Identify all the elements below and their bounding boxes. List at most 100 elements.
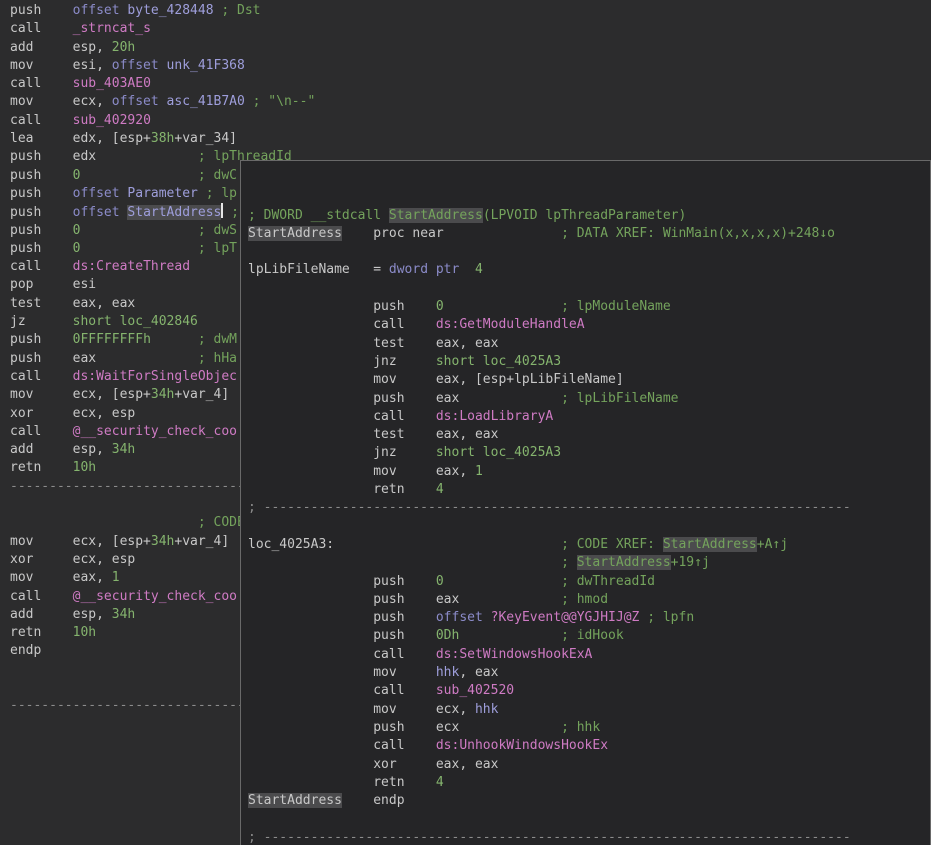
symbol[interactable]: hhk	[436, 665, 459, 680]
comment-text: ; hHa	[197, 350, 237, 366]
symbol[interactable]: ds:WaitForSingleObjec	[73, 369, 237, 384]
code-text: call	[10, 368, 73, 384]
symbol[interactable]: StartAddress	[248, 793, 342, 809]
code-text: retn	[10, 625, 73, 641]
code-text: call	[10, 423, 73, 439]
code-text: jz	[10, 314, 73, 330]
code-text: call	[248, 408, 436, 424]
symbol[interactable]: ?KeyEvent@@YGJHIJ@Z	[491, 610, 640, 625]
separator-line: ; --------------------------------------…	[248, 500, 851, 516]
code-text: push	[248, 299, 436, 315]
code-text: call	[10, 76, 73, 92]
comment-text: ; lp	[205, 185, 238, 201]
code-text: call	[10, 21, 73, 37]
hint-code-line: push ecx ; hhk	[248, 719, 930, 737]
hint-code-line	[248, 243, 930, 261]
code-text: test eax, eax	[10, 295, 136, 311]
code-text: offset	[111, 94, 167, 110]
code-text: 0	[435, 299, 444, 315]
comment-text: ; Dst	[221, 3, 261, 18]
code-text: add esp,	[10, 442, 112, 458]
code-line[interactable]: push offset byte_428448 ; Dst	[10, 2, 931, 20]
symbol[interactable]: sub_402520	[436, 683, 514, 698]
code-text: offset	[72, 205, 128, 221]
code-line[interactable]: call _strncat_s	[10, 20, 931, 38]
comment-text: +19↑j	[670, 555, 710, 571]
code-text: mov eax,	[10, 570, 112, 586]
code-text: 0FFFFFFFFh	[72, 332, 151, 348]
symbol[interactable]: asc_41B7A0	[167, 94, 245, 109]
symbol[interactable]: sub_403AE0	[73, 76, 151, 91]
hint-code-line: call ds:LoadLibraryA	[248, 408, 930, 426]
symbol[interactable]: ds:SetWindowsHookExA	[436, 647, 593, 662]
code-text: 34h	[111, 606, 136, 622]
code-text: , eax	[459, 665, 499, 681]
hint-code-line: lpLibFileName = dword ptr 4	[248, 261, 930, 279]
code-text: mov eax,	[248, 463, 475, 479]
code-text: dword ptr	[388, 262, 460, 278]
code-text: 1	[474, 463, 483, 479]
code-text: call	[248, 317, 436, 333]
symbol[interactable]: short loc_4025A3	[436, 445, 561, 460]
code-text: mov ecx, [esp+	[10, 533, 151, 549]
hint-code-line: jnz short loc_4025A3	[248, 353, 930, 371]
hint-code-line: ; --------------------------------------…	[248, 829, 930, 845]
symbol[interactable]: unk_41F368	[167, 58, 245, 73]
symbol[interactable]: ds:LoadLibraryA	[436, 409, 553, 424]
symbol[interactable]: @__security_check_coo	[73, 589, 237, 604]
code-text: push	[10, 185, 73, 201]
hint-code-line	[248, 810, 930, 828]
comment-text: ; lpModuleName	[561, 299, 671, 315]
code-text: call	[10, 588, 73, 604]
comment-text: ; dwThreadId	[561, 573, 655, 589]
comment-text: StartAddress	[388, 207, 483, 223]
symbol[interactable]: ds:GetModuleHandleA	[436, 317, 585, 332]
symbol[interactable]: short loc_402846	[73, 314, 198, 329]
hint-code-line: test eax, eax	[248, 426, 930, 444]
code-text: push ecx	[248, 719, 562, 735]
symbol[interactable]: Parameter	[127, 186, 197, 201]
hint-code-line: retn 4	[248, 774, 930, 792]
code-line[interactable]: add esp, 20h	[10, 39, 931, 57]
code-text: 4	[435, 482, 444, 498]
hint-code-line: ; --------------------------------------…	[248, 499, 930, 517]
symbol[interactable]: _strncat_s	[73, 21, 151, 36]
symbol[interactable]: ds:UnhookWindowsHookEx	[436, 738, 608, 753]
code-line[interactable]: mov ecx, offset asc_41B7A0 ; "\n--"	[10, 93, 931, 111]
symbol[interactable]: @__security_check_coo	[73, 424, 237, 439]
code-line[interactable]: lea edx, [esp+38h+var_34]	[10, 130, 931, 148]
symbol[interactable]: ds:CreateThread	[73, 259, 190, 274]
code-line[interactable]: call sub_403AE0	[10, 75, 931, 93]
code-line[interactable]: call sub_402920	[10, 112, 931, 130]
hint-code-line: push offset ?KeyEvent@@YGJHIJ@Z ; lpfn	[248, 609, 930, 627]
comment-text: ; lpT	[197, 240, 237, 256]
symbol[interactable]: sub_402920	[73, 113, 151, 128]
symbol[interactable]: hhk	[475, 702, 498, 717]
code-text: +var_34]	[174, 131, 237, 147]
symbol[interactable]: short loc_4025A3	[436, 354, 561, 369]
code-text: push	[10, 240, 73, 256]
code-text: push	[248, 573, 436, 589]
code-line[interactable]: mov esi, offset unk_41F368	[10, 57, 931, 75]
code-text: xor eax, eax	[248, 756, 499, 772]
code-text: push eax	[248, 591, 562, 607]
code-text: call	[10, 259, 73, 275]
symbol[interactable]: StartAddress	[248, 225, 342, 241]
hint-code-line: push 0 ; lpModuleName	[248, 298, 930, 316]
hint-code-line: StartAddress proc near ; DATA XREF: WinM…	[248, 225, 930, 243]
hint-code-line: push 0 ; dwThreadId	[248, 573, 930, 591]
hint-code-line: StartAddress endp	[248, 792, 930, 810]
code-text: 34h	[150, 533, 175, 549]
symbol[interactable]: byte_428448	[127, 3, 213, 18]
symbol[interactable]: StartAddress	[127, 205, 222, 221]
code-text: mov	[248, 665, 436, 681]
code-text: mov ecx,	[248, 701, 475, 717]
code-text: push	[10, 205, 73, 221]
